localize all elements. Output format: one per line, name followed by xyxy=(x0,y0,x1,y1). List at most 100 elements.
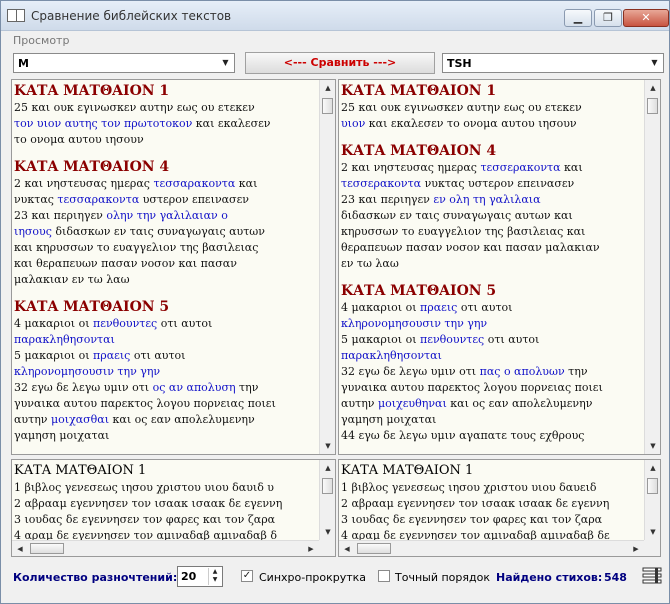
scroll-thumb[interactable] xyxy=(322,98,333,114)
verse-text: και ος εαν απολελυμενην xyxy=(446,397,593,410)
maximize-button[interactable]: ❐ xyxy=(594,9,622,27)
chevron-down-icon[interactable]: ▼ xyxy=(218,55,233,71)
scroll-up-icon[interactable]: ▲ xyxy=(320,80,335,96)
verse-text: 25 και ουκ εγινωσκεν αυτην εως ου ετεκεν xyxy=(341,101,582,114)
variants-spinner[interactable]: 20 ▲ ▼ xyxy=(177,566,223,587)
book-chapter-heading: ΚΑΤΑ ΜΑΤΘΑΙΟΝ 5 xyxy=(14,299,170,315)
left-full-hscroll[interactable]: ◀ ▶ xyxy=(12,540,319,556)
variant-text: πενθουντες xyxy=(420,333,485,346)
verse-line: 32 εγω δε λεγω υμιν οτι ος αν απολυση τη… xyxy=(14,380,276,396)
left-version-select[interactable]: M ▼ xyxy=(13,53,235,73)
verse-line: 2 και νηστευσας ημερας τεσσαρακοντα και xyxy=(14,176,276,192)
verse-line: υιον και εκαλεσεν το ονομα αυτου ιησουν xyxy=(341,116,603,132)
scroll-down-icon[interactable]: ▼ xyxy=(645,438,660,454)
scroll-down-icon[interactable]: ▼ xyxy=(645,524,660,540)
variant-text: πραεις xyxy=(93,349,131,362)
book-chapter-heading: ΚΑΤΑ ΜΑΤΘΑΙΟΝ 1 xyxy=(341,83,497,99)
sync-scroll-label: Синхро-прокрутка xyxy=(259,571,367,584)
verse-text: οτι αυτοι xyxy=(457,301,513,314)
verse-text: την xyxy=(564,365,588,378)
minimize-button[interactable]: ▁ xyxy=(564,9,592,27)
right-full-hscroll[interactable]: ◀ ▶ xyxy=(339,540,644,556)
variant-text: ος αν απολυση xyxy=(152,381,236,394)
scroll-thumb[interactable] xyxy=(322,478,333,494)
right-version-select[interactable]: TSH ▼ xyxy=(442,53,664,73)
scroll-down-icon[interactable]: ▼ xyxy=(320,438,335,454)
verse-line: μαλακιαν εν τω λαω xyxy=(14,272,276,288)
verse-text: και κηρυσσων το ευαγγελιον της βασιλειας xyxy=(14,241,259,254)
scroll-up-icon[interactable]: ▲ xyxy=(320,460,335,476)
verse-text: 32 εγω δε λεγω υμιν οτι xyxy=(341,365,480,378)
verse-line: 4 μακαριοι οι πραεις οτι αυτοι xyxy=(341,300,603,316)
scroll-left-icon[interactable]: ◀ xyxy=(12,541,28,556)
verse-line: παρακληθησονται xyxy=(14,332,276,348)
verse-text: μαλακιαν εν τω λαω xyxy=(14,273,130,286)
verse-text: και xyxy=(560,161,583,174)
verse-line: κληρονομησουσιν την γην xyxy=(14,364,276,380)
book-icon xyxy=(7,9,25,22)
verse-line: κηρυσσων το ευαγγελιον της βασιλειας και xyxy=(341,224,603,240)
found-label: Найдено стихов: xyxy=(496,571,603,584)
verse-line: διδασκων εν ταις συναγωγαις αυτων και xyxy=(341,208,603,224)
verse-line: εν τω λαω xyxy=(341,256,603,272)
sync-scroll-checkbox[interactable]: ✓ xyxy=(241,570,253,582)
scroll-up-icon[interactable]: ▲ xyxy=(645,460,660,476)
scroll-corner xyxy=(319,540,335,556)
verse-text: 44 εγω δε λεγω υμιν αγαπατε τους εχθρους xyxy=(341,429,585,442)
book-chapter-heading: ΚΑΤΑ ΜΑΤΘΑΙΟΝ 1 xyxy=(14,83,170,99)
left-version-value: M xyxy=(18,57,29,70)
left-diff-scrollbar[interactable]: ▲ ▼ xyxy=(319,80,335,454)
list-settings-icon[interactable] xyxy=(642,566,662,586)
verse-line: αυτην μοιχασθαι και ος εαν απολελυμενην xyxy=(14,412,276,428)
left-diff-pane[interactable]: ΚΑΤΑ ΜΑΤΘΑΙΟΝ 1 25 και ουκ εγινωσκεν αυτ… xyxy=(11,79,336,455)
scroll-right-icon[interactable]: ▶ xyxy=(303,541,319,556)
left-full-text: ΚΑΤΑ ΜΑΤΘΑΙΟΝ 1 1 βιβλος γενεσεως ιησου … xyxy=(14,462,282,544)
scroll-left-icon[interactable]: ◀ xyxy=(339,541,355,556)
menu-view[interactable]: Просмотр xyxy=(13,34,69,47)
chevron-down-icon[interactable]: ▼ xyxy=(647,55,662,71)
verse-text: το ονομα αυτου ιησουν xyxy=(14,133,144,146)
variant-text: ιησους xyxy=(14,225,52,238)
book-chapter-heading: ΚΑΤΑ ΜΑΤΘΑΙΟΝ 4 xyxy=(341,143,497,159)
variant-text: τεσσερακοντα xyxy=(341,177,422,190)
verse-text: διδασκων εν ταις συναγωγαις αυτων xyxy=(51,225,265,238)
verse-line: 23 και περιηγεν εν ολη τη γαλιλαια xyxy=(341,192,603,208)
left-full-vscroll[interactable]: ▲ ▼ xyxy=(319,460,335,540)
menu-bar: Просмотр xyxy=(1,32,669,50)
verse-line: γαμηση μοιχαται xyxy=(14,428,276,444)
scroll-down-icon[interactable]: ▼ xyxy=(320,524,335,540)
verse-line: και θεραπευων πασαν νοσον και πασαν xyxy=(14,256,276,272)
scroll-right-icon[interactable]: ▶ xyxy=(628,541,644,556)
right-full-text: ΚΑΤΑ ΜΑΤΘΑΙΟΝ 1 1 βιβλος γενεσεως ιησου … xyxy=(341,462,610,544)
scroll-thumb[interactable] xyxy=(647,478,658,494)
compare-button[interactable]: <--- Сравнить ---> xyxy=(245,52,435,74)
close-button[interactable]: ✕ xyxy=(623,9,669,27)
verse-text: 23 και περιηγεν xyxy=(341,193,434,206)
verse-line: 3 ιουδας δε εγεννησεν τον φαρες και τον … xyxy=(14,512,282,528)
scroll-thumb[interactable] xyxy=(30,543,64,554)
variant-text: εν ολη τη γαλιλαια xyxy=(433,193,541,206)
verse-line: 5 μακαριοι οι πενθουντες οτι αυτοι xyxy=(341,332,603,348)
variant-text: παρακληθησονται xyxy=(341,349,442,362)
exact-order-checkbox[interactable] xyxy=(378,570,390,582)
verse-line: 1 βιβλος γενεσεως ιησου χριστου υιου δαυ… xyxy=(341,480,610,496)
verse-line: και κηρυσσων το ευαγγελιον της βασιλειας xyxy=(14,240,276,256)
verse-line: 3 ιουδας δε εγεννησεν τον φαρες και τον … xyxy=(341,512,610,528)
verse-text: 4 μακαριοι οι xyxy=(341,301,421,314)
left-full-pane[interactable]: ΚΑΤΑ ΜΑΤΘΑΙΟΝ 1 1 βιβλος γενεσεως ιησου … xyxy=(11,459,336,557)
right-full-vscroll[interactable]: ▲ ▼ xyxy=(644,460,660,540)
variant-text: τεσσαρακοντα xyxy=(153,177,236,190)
scroll-thumb[interactable] xyxy=(647,98,658,114)
verse-text: γυναικα αυτου παρεκτος λογου πορνειας πο… xyxy=(14,397,276,410)
right-diff-scrollbar[interactable]: ▲ ▼ xyxy=(644,80,660,454)
right-full-pane[interactable]: ΚΑΤΑ ΜΑΤΘΑΙΟΝ 1 1 βιβλος γενεσεως ιησου … xyxy=(338,459,661,557)
scroll-up-icon[interactable]: ▲ xyxy=(645,80,660,96)
verse-text: 2 αβρααμ εγεννησεν τον ισαακ ισαακ δε εγ… xyxy=(14,497,283,510)
title-bar: Сравнение библейских текстов ▁ ❐ ✕ xyxy=(1,1,669,31)
spinner-arrows-icon[interactable]: ▲ ▼ xyxy=(208,568,221,585)
right-diff-pane[interactable]: ΚΑΤΑ ΜΑΤΘΑΙΟΝ 1 25 και ουκ εγινωσκεν αυτ… xyxy=(338,79,661,455)
variant-text: παρακληθησονται xyxy=(14,333,115,346)
scroll-thumb[interactable] xyxy=(357,543,391,554)
verse-text: και ος εαν απολελυμενην xyxy=(109,413,255,426)
verse-text: 1 βιβλος γενεσεως ιησου χριστου υιου δαυ… xyxy=(341,481,597,494)
